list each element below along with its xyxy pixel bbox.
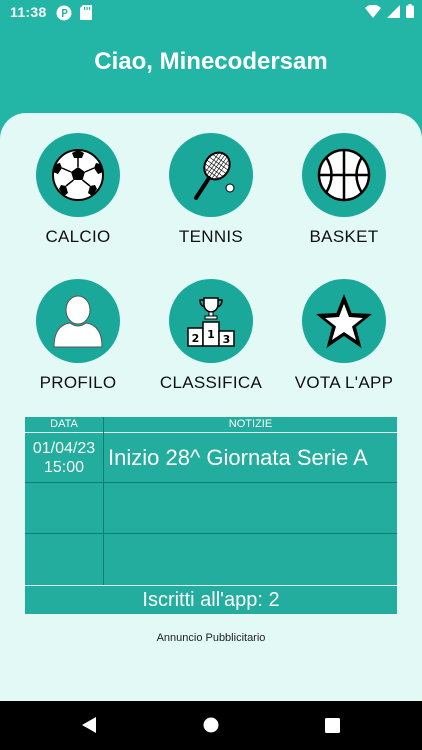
table-header-date: DATA — [50, 418, 78, 430]
star-icon — [316, 294, 372, 348]
tile-basket-circle[interactable] — [302, 133, 386, 217]
home-icon[interactable] — [203, 717, 219, 738]
news-date: 01/04/23 — [32, 440, 96, 457]
subscribers-count: Iscritti all'app: 2 — [25, 585, 397, 614]
svg-text:1: 1 — [207, 328, 215, 341]
user-icon — [53, 295, 103, 348]
row-divider — [25, 533, 397, 534]
tile-tennis-label: TENNIS — [178, 227, 244, 246]
greeting-title: Ciao, Minecodersam — [94, 48, 328, 75]
tile-vota[interactable]: VOTA L'APP — [279, 279, 409, 393]
tile-calcio[interactable]: CALCIO — [13, 133, 143, 247]
basketball-icon — [317, 148, 371, 202]
news-table: DATA NOTIZIE 01/04/23 15:00 Inizio 28^ G… — [25, 417, 397, 614]
nav-bar — [0, 701, 422, 750]
p-circle-icon — [56, 5, 72, 24]
column-divider — [103, 417, 104, 585]
table-row[interactable]: 01/04/23 15:00 — [25, 439, 103, 477]
tile-profilo[interactable]: PROFILO — [13, 279, 143, 393]
status-time: 11:38 — [10, 4, 47, 20]
wifi-icon — [365, 4, 381, 21]
svg-text:2: 2 — [192, 332, 200, 345]
tile-tennis[interactable]: TENNIS — [146, 133, 276, 247]
tile-profilo-circle[interactable] — [36, 279, 120, 363]
status-bar: 11:38 — [0, 0, 422, 26]
signal-icon — [387, 4, 400, 21]
row-divider — [25, 482, 397, 483]
tennis-racket-icon — [194, 151, 235, 200]
tile-tennis-circle[interactable] — [169, 133, 253, 217]
tile-basket-label: BASKET — [309, 227, 379, 246]
main-card: CALCIO TENNIS BASKET PROFILO 2 1 3 CLASS… — [0, 113, 422, 701]
podium-icon: 2 1 3 — [187, 297, 235, 347]
tile-calcio-circle[interactable] — [36, 133, 120, 217]
tile-classifica-circle[interactable]: 2 1 3 — [169, 279, 253, 363]
tile-profilo-label: PROFILO — [39, 373, 117, 392]
tile-vota-label: VOTA L'APP — [294, 373, 394, 392]
back-icon[interactable] — [82, 717, 96, 738]
soccer-ball-icon — [52, 149, 104, 201]
sd-card-icon — [80, 5, 92, 23]
battery-icon — [406, 4, 414, 21]
tile-calcio-label: CALCIO — [45, 227, 111, 246]
tile-classifica-label: CLASSIFICA — [159, 373, 263, 392]
table-header-news: NOTIZIE — [228, 418, 273, 430]
svg-text:3: 3 — [223, 333, 231, 346]
recents-icon[interactable] — [325, 718, 340, 738]
tile-basket[interactable]: BASKET — [279, 133, 409, 247]
news-text[interactable]: Inizio 28^ Giornata Serie A — [108, 445, 368, 471]
tile-vota-circle[interactable] — [302, 279, 386, 363]
ad-label: Annuncio Pubblicitario — [156, 632, 266, 644]
news-time: 15:00 — [43, 459, 85, 476]
tile-classifica[interactable]: 2 1 3 CLASSIFICA — [146, 279, 276, 393]
header-divider — [25, 432, 397, 433]
